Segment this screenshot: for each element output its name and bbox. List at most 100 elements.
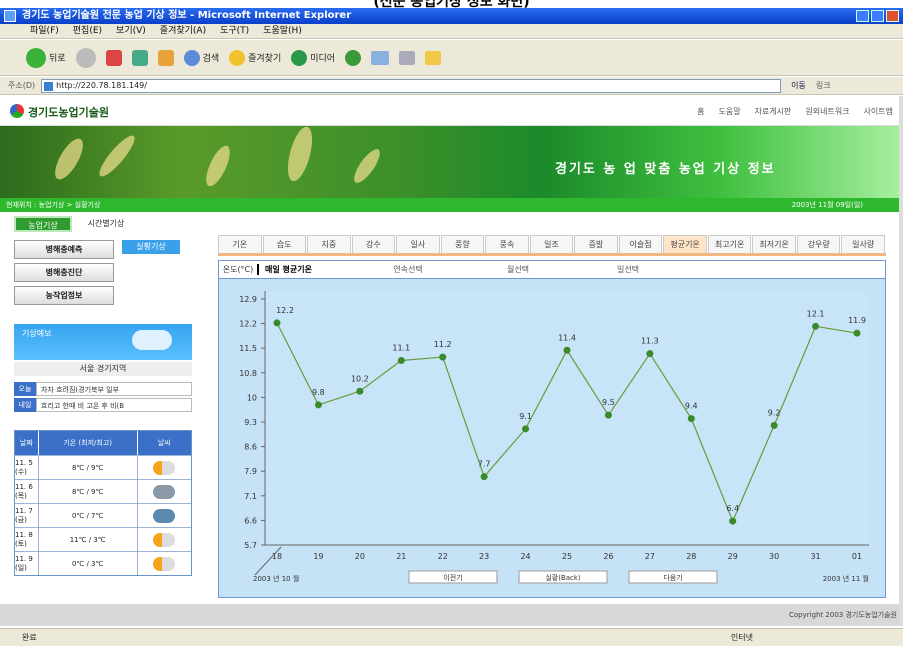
option-month[interactable]: 월선택 [463, 264, 573, 275]
data-label: 10.2 [351, 374, 369, 383]
sun-cloud-icon [153, 532, 176, 547]
data-point[interactable] [397, 357, 405, 364]
top-nav-link[interactable]: 자료게시판 [755, 106, 792, 117]
menu-item[interactable]: 편집(E) [73, 24, 102, 38]
top-nav-link[interactable]: 홈 [697, 106, 704, 117]
region-link[interactable]: 서울 경기지역 [14, 362, 192, 376]
data-label: 9.2 [768, 408, 781, 417]
data-label: 11.4 [558, 333, 576, 342]
x-tick-label: 20 [355, 552, 365, 561]
data-point[interactable] [439, 353, 447, 361]
menu-item[interactable]: 즐겨찾기(A) [160, 24, 206, 38]
forward-button[interactable] [75, 47, 96, 68]
data-label: 12.1 [807, 309, 825, 318]
tab-category[interactable]: 이슬점 [618, 235, 663, 253]
data-point[interactable] [273, 319, 281, 327]
history-button[interactable] [345, 49, 362, 66]
browser-toolbar: 뒤로 검색 즐겨찾기 미디어 [0, 40, 903, 76]
x-tick-label: 01 [852, 552, 862, 561]
sidebar-button[interactable]: 병해충진단 [14, 263, 114, 282]
data-point[interactable] [563, 346, 571, 354]
go-button[interactable]: 이동 [787, 80, 810, 91]
data-point[interactable] [522, 425, 530, 433]
forecast-banner[interactable]: 기상예보 [14, 324, 192, 360]
media-button[interactable]: 미디어 [291, 49, 335, 66]
x-tick-label: 23 [479, 552, 489, 561]
close-icon[interactable] [886, 10, 899, 22]
data-point[interactable] [812, 322, 820, 330]
tab-category[interactable]: 최저기온 [752, 235, 796, 253]
weather-temp: 0℃ / 7℃ [39, 504, 138, 527]
tab-category[interactable]: 강우량 [796, 235, 841, 253]
y-tick-label: 11.5 [239, 344, 257, 353]
menu-item[interactable]: 보기(V) [116, 24, 146, 38]
data-point[interactable] [604, 411, 612, 419]
minimize-icon[interactable] [856, 10, 869, 22]
back-button[interactable]: 뒤로 [26, 47, 66, 68]
top-nav-link[interactable]: 도움말 [718, 106, 740, 117]
site-header: 경기도농업기술원 홈 도움말 자료게시판 원외네트워크 사이트맵 [0, 96, 903, 126]
data-label: 9.1 [519, 412, 532, 421]
nav-mid-label: 실황(Back) [545, 573, 581, 582]
chart-title: 매일 평균기온 [257, 264, 353, 275]
option-continuous[interactable]: 연속선택 [353, 264, 463, 275]
search-button[interactable]: 검색 [183, 49, 219, 66]
tab-category[interactable]: 기온 [218, 235, 262, 253]
home-button[interactable] [157, 49, 174, 66]
tab-category[interactable]: 풍속 [485, 235, 529, 253]
tab-category[interactable]: 최고기온 [707, 235, 752, 253]
stop-button[interactable] [105, 49, 122, 66]
nav-prev-label: 이전기 [443, 573, 462, 582]
tab-category[interactable]: 풍향 [440, 235, 485, 253]
weather-date: 11. 5 (수) [15, 456, 39, 479]
address-input[interactable]: http://220.78.181.149/ [41, 78, 782, 93]
print-icon [399, 50, 416, 65]
tab-agri-weather[interactable]: 농업기상 [14, 216, 72, 232]
window-titlebar[interactable]: 경기도 농업기술원 전문 농업 기상 정보 - Microsoft Intern… [0, 8, 903, 24]
tab-category[interactable]: 평균기온 [663, 235, 707, 253]
data-point[interactable] [687, 415, 695, 423]
data-point[interactable] [480, 473, 488, 481]
tab-category[interactable]: 지중 [307, 235, 351, 253]
tab-category[interactable]: 습도 [262, 235, 307, 253]
data-point[interactable] [646, 350, 654, 358]
print-button[interactable] [399, 50, 416, 65]
y-tick-label: 10 [247, 393, 257, 402]
tab-category[interactable]: 일사량 [841, 235, 885, 253]
tab-category[interactable]: 일사 [396, 235, 440, 253]
tab-category[interactable]: 강수 [351, 235, 396, 253]
data-label: 9.8 [312, 388, 325, 397]
sidebar-button[interactable]: 농작업정보 [14, 286, 114, 305]
maximize-icon[interactable] [871, 10, 884, 22]
sidebar-button[interactable]: 병해충예측 [14, 240, 114, 259]
data-label: 12.2 [276, 306, 294, 315]
data-point[interactable] [314, 401, 322, 409]
site-logo[interactable]: 경기도농업기술원 [10, 104, 109, 120]
data-point[interactable] [356, 387, 364, 395]
refresh-button[interactable] [131, 49, 148, 66]
menu-item[interactable]: 도구(T) [220, 24, 249, 38]
menu-item[interactable]: 도움말(H) [263, 24, 302, 38]
realtime-weather-link[interactable]: 실황기상 [122, 240, 180, 254]
location-bar: 현재위치 : 농업기상 > 실황기상 2003년 11월 09일(일) [0, 198, 903, 212]
x-tick-label: 30 [769, 552, 779, 561]
scrollbar[interactable] [899, 96, 903, 626]
data-point[interactable] [729, 517, 737, 525]
links-button[interactable]: 링크 [816, 80, 831, 91]
data-point[interactable] [853, 329, 861, 337]
data-point[interactable] [770, 421, 778, 429]
table-row: 11. 6 (목) 8℃ / 9℃ [15, 479, 191, 503]
favorites-button[interactable]: 즐겨찾기 [229, 49, 281, 66]
cloud-icon [153, 484, 176, 499]
menu-item[interactable]: 파일(F) [30, 24, 59, 38]
tab-category[interactable]: 일조 [529, 235, 574, 253]
folder-button[interactable] [425, 50, 442, 65]
rain-icon [153, 508, 176, 523]
tab-category[interactable]: 증발 [574, 235, 618, 253]
banner-title: 경기도 농 업 맞춤 농업 기상 정보 [555, 162, 776, 177]
mail-button[interactable] [371, 50, 390, 65]
option-day[interactable]: 일선택 [573, 264, 683, 275]
tab-hourly-weather[interactable]: 시간별기상 [78, 216, 134, 232]
top-nav-link[interactable]: 원외네트워크 [805, 106, 849, 117]
top-nav-link[interactable]: 사이트맵 [864, 106, 893, 117]
